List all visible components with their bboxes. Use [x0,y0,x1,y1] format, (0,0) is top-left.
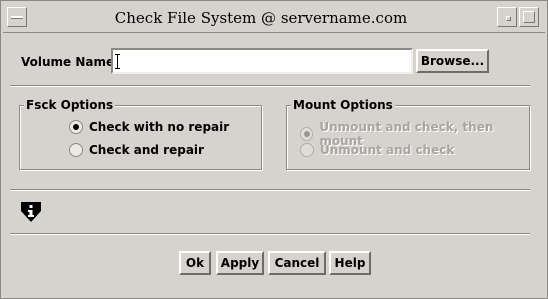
menu-bar-icon [11,16,23,19]
cancel-button[interactable]: Cancel [268,251,326,275]
unmount-check-label: Unmount and check [320,143,455,157]
separator [10,85,530,87]
minimize-button[interactable] [497,7,517,27]
unmount-check-option: Unmount and check [300,143,454,157]
check-file-system-dialog: Check File System @ servername.com Volum… [0,0,548,299]
maximize-button[interactable] [519,7,539,27]
text-cursor-icon [115,54,120,69]
ok-button[interactable]: Ok [179,251,211,275]
window-title: Check File System @ servername.com [114,9,408,27]
minimize-icon [506,16,511,21]
mount-options-title: Mount Options [291,98,395,112]
check-and-repair-label: Check and repair [89,143,204,157]
radio-selected-disabled-icon [300,127,314,141]
window-menu-button[interactable] [7,7,27,27]
check-and-repair-option[interactable]: Check and repair [69,143,204,157]
separator [10,233,530,235]
radio-unselected-disabled-icon [300,143,314,157]
fsck-options-title: Fsck Options [24,98,116,112]
radio-unselected-icon[interactable] [69,143,83,157]
volume-name-label: Volume Name: [21,55,119,69]
radio-selected-icon[interactable] [69,120,83,134]
help-button[interactable]: Help [329,251,371,275]
check-no-repair-label: Check with no repair [89,120,230,134]
title-bar[interactable]: Check File System @ servername.com [3,3,545,33]
separator [10,189,530,191]
mount-options-group: Mount Options Unmount and check, then mo… [286,98,530,170]
maximize-icon [523,11,535,23]
check-no-repair-option[interactable]: Check with no repair [69,120,229,134]
info-icon [21,202,41,222]
fsck-options-group: Fsck Options Check with no repair Check … [19,98,262,170]
volume-name-input[interactable] [111,48,413,74]
apply-button[interactable]: Apply [216,251,264,275]
browse-button[interactable]: Browse... [416,49,489,73]
